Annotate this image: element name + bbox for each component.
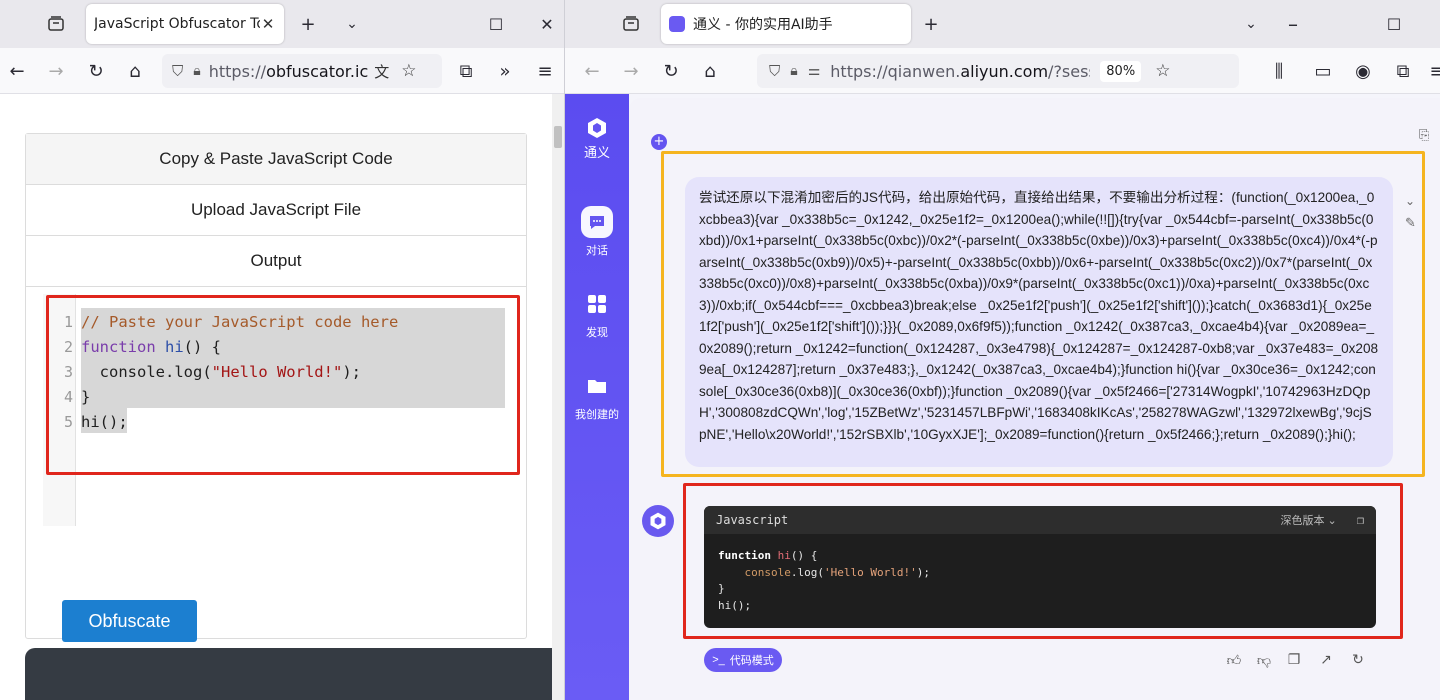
footer-banner: [25, 648, 552, 700]
right-browser-window: 通义 - 你的实用AI助手 + ⌄ – ☐ ← → ↻ ⌂ ⛉ 🔒︎ ⚌ htt…: [564, 0, 1440, 700]
lock-icon[interactable]: 🔒︎: [193, 63, 200, 79]
new-tab-icon[interactable]: +: [917, 10, 945, 38]
folder-icon: [581, 370, 613, 402]
logo[interactable]: 通义: [565, 112, 629, 161]
star-icon[interactable]: ☆: [1155, 61, 1170, 81]
accordion-output[interactable]: Output: [26, 236, 526, 287]
home-icon[interactable]: ⌂: [121, 57, 149, 85]
sidebar-item-discover[interactable]: 发现: [565, 288, 629, 340]
extensions-icon[interactable]: ⧉: [1389, 57, 1417, 85]
chevron-down-icon[interactable]: ⌄: [338, 10, 366, 38]
share-icon[interactable]: ↗: [1317, 651, 1335, 669]
regenerate-icon[interactable]: ↻: [1349, 651, 1367, 669]
menu-icon[interactable]: ≡: [1423, 57, 1440, 85]
chat-icon: [581, 206, 613, 238]
overflow-icon[interactable]: »: [491, 57, 519, 85]
thumbs-down-icon[interactable]: 👎︎: [1255, 651, 1273, 669]
star-icon[interactable]: ☆: [401, 61, 416, 81]
minimize-icon[interactable]: –: [1279, 10, 1307, 38]
code-mode-button[interactable]: >_ 代码模式: [704, 648, 782, 672]
back-icon[interactable]: ←: [3, 57, 31, 85]
doc-icon[interactable]: ⎘: [1419, 128, 1435, 146]
back-icon[interactable]: ←: [578, 57, 606, 85]
chevron-down-icon[interactable]: ⌄: [1237, 10, 1265, 38]
close-tab-icon[interactable]: ✕: [260, 15, 276, 33]
tongyi-favicon-icon: [669, 16, 685, 32]
terminal-icon: >_: [712, 654, 725, 666]
url-text: https://qianwen.aliyun.com/?sessionId=: [830, 61, 1090, 81]
logo-label: 通义: [583, 146, 610, 161]
tab-obfuscator[interactable]: JavaScript Obfuscator Too ✕: [86, 4, 284, 44]
nav-bar: ← → ↻ ⌂ ⛉ 🔒︎ https://obfuscator.ic 文 ☆ ⧉…: [0, 48, 564, 94]
reload-icon[interactable]: ↻: [82, 57, 110, 85]
forward-icon[interactable]: →: [42, 57, 70, 85]
maximize-icon[interactable]: ☐: [1380, 10, 1408, 38]
grid-icon: [581, 288, 613, 320]
home-icon[interactable]: ⌂: [696, 57, 724, 85]
extensions-icon[interactable]: ⧉: [452, 57, 480, 85]
reader-icon[interactable]: ▭: [1309, 57, 1337, 85]
tab-title: 通义 - 你的实用AI助手: [693, 17, 833, 33]
sidebar-item-label: 我创建的: [575, 408, 619, 421]
translate-icon[interactable]: 文: [374, 61, 389, 82]
accordion-copy-paste[interactable]: Copy & Paste JavaScript Code: [26, 134, 526, 185]
sidebar-item-label: 对话: [586, 244, 608, 257]
page-scrollbar[interactable]: [552, 94, 564, 700]
forward-icon[interactable]: →: [617, 57, 645, 85]
new-tab-icon[interactable]: +: [294, 10, 322, 38]
obfuscator-page: Copy & Paste JavaScript Code Upload Java…: [0, 94, 552, 700]
tab-title: JavaScript Obfuscator Too: [94, 16, 260, 32]
obfuscate-button[interactable]: Obfuscate: [62, 600, 197, 642]
sidebar-item-chat[interactable]: 对话: [565, 206, 629, 258]
library-icon[interactable]: ⫼: [1265, 57, 1293, 85]
lock-icon[interactable]: 🔒︎: [790, 63, 797, 79]
account-icon[interactable]: ◉: [1349, 57, 1377, 85]
copy-icon[interactable]: ❐: [1285, 651, 1303, 669]
assistant-avatar: [642, 505, 674, 537]
red-highlight-box: [46, 295, 520, 475]
left-browser-window: JavaScript Obfuscator Too ✕ + ⌄ ☐ ✕ ← → …: [0, 0, 564, 700]
sidebar-item-label: 发现: [586, 326, 608, 339]
reload-icon[interactable]: ↻: [657, 57, 685, 85]
url-bar[interactable]: ⛉ 🔒︎ https://obfuscator.ic 文 ☆: [162, 54, 442, 88]
url-bar[interactable]: ⛉ 🔒︎ ⚌ https://qianwen.aliyun.com/?sessi…: [757, 54, 1239, 88]
thumbs-up-icon[interactable]: 👍︎: [1225, 651, 1243, 669]
shield-icon[interactable]: ⛉: [172, 62, 183, 80]
shield-icon[interactable]: ⛉: [769, 62, 780, 80]
close-window-icon[interactable]: ✕: [533, 10, 561, 38]
maximize-icon[interactable]: ☐: [482, 10, 510, 38]
yellow-highlight-box: [661, 151, 1425, 477]
tongyi-logo-icon: [581, 112, 613, 144]
red-highlight-box: [683, 483, 1403, 639]
tab-strip: 通义 - 你的实用AI助手 + ⌄ – ☐: [565, 0, 1440, 48]
sidebar-item-created[interactable]: 我创建的: [565, 370, 629, 422]
accordion-upload-file[interactable]: Upload JavaScript File: [26, 185, 526, 236]
menu-icon[interactable]: ≡: [531, 57, 559, 85]
tab-tongyi[interactable]: 通义 - 你的实用AI助手: [661, 4, 911, 44]
new-chat-icon[interactable]: +: [651, 134, 667, 150]
url-text: https://obfuscator.ic: [208, 61, 369, 81]
tab-strip: JavaScript Obfuscator Too ✕ + ⌄ ☐ ✕: [0, 0, 564, 48]
tongyi-page: 通义 对话 发现 我创建的 + ⎘ 尝试还原以下混淆加密后的JS代码，给出原始代…: [565, 94, 1440, 700]
permissions-icon[interactable]: ⚌: [808, 63, 821, 79]
scroll-thumb[interactable]: [554, 126, 562, 148]
tab-list-icon[interactable]: [44, 12, 68, 36]
tab-list-icon[interactable]: [619, 12, 643, 36]
zoom-badge[interactable]: 80%: [1100, 60, 1142, 82]
sidebar: 通义 对话 发现 我创建的: [565, 94, 629, 700]
nav-bar: ← → ↻ ⌂ ⛉ 🔒︎ ⚌ https://qianwen.aliyun.co…: [565, 48, 1440, 94]
